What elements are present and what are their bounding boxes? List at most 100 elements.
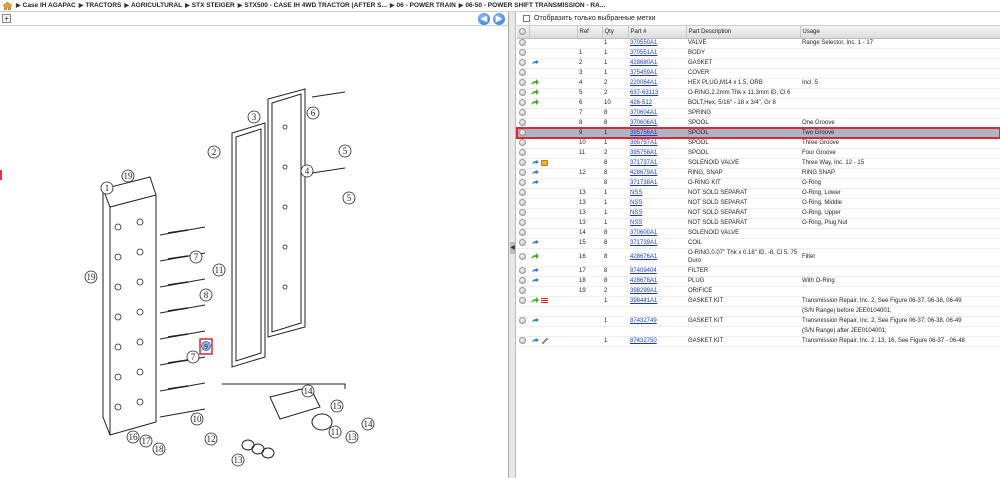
table-row[interactable]: 9 1 395756A1 SPOOL Two Groove: [516, 127, 1000, 139]
callout-8[interactable]: 8: [204, 290, 209, 300]
table-row[interactable]: 1 370550A1 VALVE Range Selector, Inc. 1 - 1…: [517, 38, 1000, 49]
add-to-cart-icon[interactable]: [519, 119, 526, 127]
row-select-cell[interactable]: [517, 178, 529, 189]
add-to-cart-icon[interactable]: [519, 89, 526, 97]
add-to-cart-icon[interactable]: [519, 139, 526, 147]
row-select-cell[interactable]: [517, 326, 529, 337]
add-to-cart-icon[interactable]: [519, 79, 526, 87]
table-row[interactable]: 18 8 428678A1 PLUG With O-Ring: [517, 276, 1000, 287]
table-row[interactable]: (S/N Range) after JEE0104001;: [517, 326, 1000, 337]
row-select-cell[interactable]: [517, 148, 529, 159]
table-row[interactable]: 19 2 398299A1 ORIFICE: [517, 286, 1000, 297]
table-row[interactable]: 10 1 395757A1 SPOOL Three Groove: [517, 138, 1000, 149]
usage-header[interactable]: Usage: [800, 26, 1000, 39]
breadcrumb-item-6[interactable]: ▶ 06-50 - POWER SHIFT TRANSMISSION - RA..…: [459, 2, 605, 9]
table-row[interactable]: 4 2 220064A1 HEX PLUG,M14 x 1.5, ORB Incl. 5: [517, 78, 1000, 89]
add-to-cart-icon[interactable]: [519, 267, 526, 275]
callout-16[interactable]: 16: [129, 432, 139, 442]
table-row[interactable]: 8 371737A1 SOLENOID VALVE Three Way, Inc. 1…: [517, 158, 1000, 169]
part-number-link[interactable]: 428678A1: [630, 278, 657, 284]
callout-7b[interactable]: 7: [191, 352, 196, 362]
part-number-link[interactable]: 428679A1: [630, 170, 657, 176]
row-select-cell[interactable]: [517, 78, 529, 89]
table-row[interactable]: 13 1 NSS NOT SOLD SEPARAT O-Ring, Lower: [517, 188, 1000, 199]
row-select-cell[interactable]: [517, 168, 529, 179]
part-number-link[interactable]: 395758A1: [630, 150, 657, 156]
row-select-cell[interactable]: [517, 238, 529, 249]
part-number-link[interactable]: 428680A1: [630, 60, 657, 66]
add-to-cart-icon[interactable]: [519, 253, 526, 261]
callout-17[interactable]: 17: [142, 436, 152, 446]
callout-19[interactable]: 19: [124, 171, 134, 181]
table-row[interactable]: 8 371738A1 O-RING KIT O-Ring: [517, 178, 1000, 189]
part-number-link[interactable]: 371738A1: [630, 180, 657, 186]
table-row[interactable]: 8 8 370606A1 SPOOL One Groove: [517, 118, 1000, 129]
table-row[interactable]: 11 2 395758A1 SPOOL Four Groove: [517, 148, 1000, 159]
description-header[interactable]: Part Description: [686, 26, 801, 39]
callout-14b[interactable]: 14: [364, 419, 374, 429]
callout-5b[interactable]: 5: [347, 193, 352, 203]
part-number-link[interactable]: 371739A1: [630, 240, 657, 246]
table-row[interactable]: 15 8 371739A1 COIL: [517, 238, 1000, 249]
show-selected-only-checkbox[interactable]: [523, 15, 530, 22]
part-number-link[interactable]: 370550A1: [630, 40, 657, 46]
row-select-cell[interactable]: [517, 316, 529, 327]
table-row[interactable]: 14 8 370600A1 SOLENOID VALVE: [517, 228, 1000, 239]
add-to-cart-icon[interactable]: [519, 39, 526, 47]
add-to-cart-icon[interactable]: [519, 239, 526, 247]
add-to-cart-icon[interactable]: [519, 209, 526, 217]
row-select-cell[interactable]: [517, 68, 529, 79]
breadcrumb-item-3[interactable]: ▶ STX STEIGER: [185, 2, 235, 9]
select-all-header[interactable]: [517, 26, 530, 39]
table-row[interactable]: 17 8 87409404 FILTER: [517, 266, 1000, 277]
callout-19b[interactable]: 19: [87, 272, 97, 282]
part-number-header[interactable]: Part #: [628, 26, 687, 39]
callout-7[interactable]: 7: [194, 252, 199, 262]
add-to-cart-icon[interactable]: [519, 189, 526, 197]
part-number-link[interactable]: NSS: [630, 200, 642, 206]
table-row[interactable]: 1 398441A1 GASKET KIT Transmission Repair, …: [517, 296, 1000, 307]
row-select-cell[interactable]: [517, 108, 529, 119]
part-number-link[interactable]: 371737A1: [630, 160, 657, 166]
part-number-link[interactable]: 370604A1: [630, 110, 657, 116]
add-to-cart-icon[interactable]: [519, 69, 526, 77]
table-row[interactable]: 12 8 428679A1 RING, SNAP RING SNAP: [517, 168, 1000, 179]
table-row[interactable]: 1 87432750 GASKET KIT Transmission Repair, …: [517, 336, 1000, 347]
table-row[interactable]: 13 1 NSS NOT SOLD SEPARAT O-Ring, Middle: [517, 198, 1000, 209]
part-number-link[interactable]: 370600A1: [630, 230, 657, 236]
callout-12[interactable]: 12: [207, 434, 216, 444]
part-number-link[interactable]: 398299A1: [630, 288, 657, 294]
part-number-link[interactable]: 637-63113: [630, 90, 658, 96]
back-button[interactable]: ◀: [478, 13, 490, 25]
part-number-link[interactable]: 375459A1: [630, 70, 657, 76]
add-to-cart-icon[interactable]: [519, 337, 526, 345]
row-select-cell[interactable]: [517, 296, 529, 307]
callout-9[interactable]: 9: [204, 343, 208, 351]
part-number-link[interactable]: 428676A1: [630, 254, 657, 260]
add-to-cart-icon[interactable]: [519, 59, 526, 67]
add-to-cart-icon[interactable]: [519, 219, 526, 227]
row-select-cell[interactable]: [517, 286, 529, 297]
row-select-cell[interactable]: [517, 48, 529, 59]
breadcrumb-item-0[interactable]: ▶ Case IH AGAPAC: [16, 2, 76, 9]
add-to-cart-icon[interactable]: [519, 109, 526, 117]
row-select-cell[interactable]: [517, 118, 529, 129]
row-select-cell[interactable]: [517, 218, 529, 229]
callout-11b[interactable]: 11: [331, 427, 340, 437]
row-select-cell[interactable]: [517, 138, 529, 149]
part-number-link[interactable]: 370606A1: [630, 120, 657, 126]
add-to-cart-icon[interactable]: [519, 179, 526, 187]
row-select-cell[interactable]: [517, 98, 529, 109]
add-to-cart-icon[interactable]: [519, 277, 526, 285]
table-row[interactable]: 3 1 375459A1 COVER: [517, 68, 1000, 79]
part-number-link[interactable]: 370551A1: [630, 50, 657, 56]
ref-header[interactable]: Ref: [577, 26, 603, 39]
add-to-cart-icon[interactable]: [519, 287, 526, 295]
callout-11[interactable]: 11: [215, 265, 224, 275]
row-select-cell[interactable]: [517, 88, 529, 99]
row-select-cell[interactable]: [517, 228, 529, 239]
table-row[interactable]: 7 8 370604A1 SPRING: [517, 108, 1000, 119]
table-row[interactable]: 1 1 370551A1 BODY: [517, 48, 1000, 59]
add-to-cart-icon[interactable]: [519, 199, 526, 207]
table-row[interactable]: (S/N Range) before JEE0104001;: [517, 306, 1000, 317]
